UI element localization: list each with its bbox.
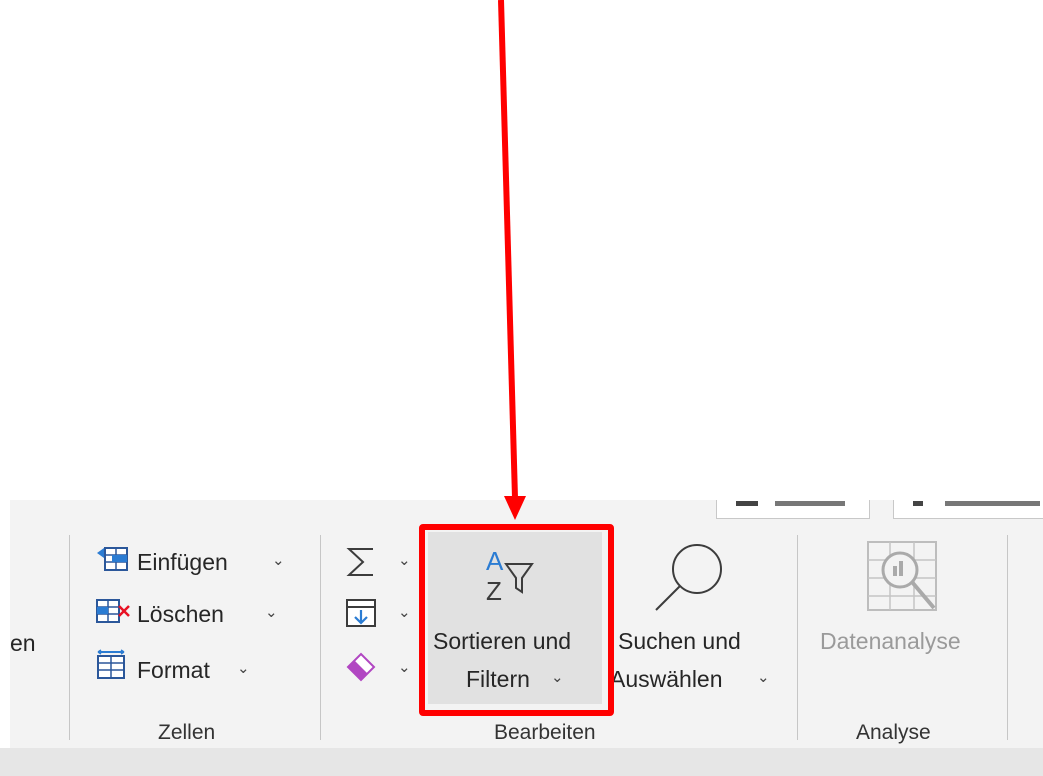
pointer-arrow-annotation <box>498 0 526 520</box>
